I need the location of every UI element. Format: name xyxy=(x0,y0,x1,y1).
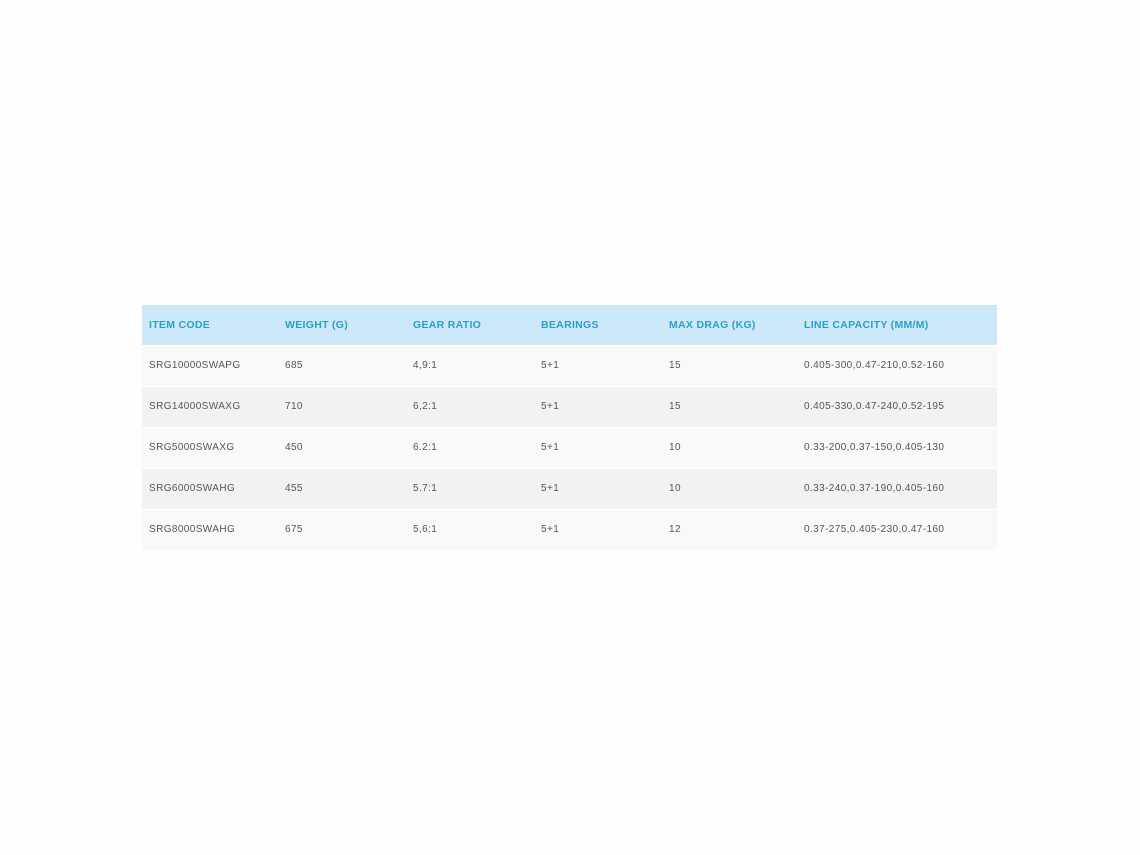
table-row: SRG6000SWAHG 455 5.7:1 5+1 10 0.33-240,0… xyxy=(142,468,997,509)
cell-bearings: 5+1 xyxy=(541,524,560,536)
cell-line-capacity: 0.405-300,0.47-210,0.52-160 xyxy=(804,360,945,371)
cell-bearings: 5+1 xyxy=(541,483,560,494)
header-bearings: BEARINGS xyxy=(541,318,599,331)
cell-line-capacity: 0.37-275,0.405-230,0.47-160 xyxy=(804,524,945,536)
cell-item-code: SRG8000SWAHG xyxy=(149,524,236,536)
header-weight: WEIGHT (G) xyxy=(285,318,349,331)
cell-gear-ratio: 6.2:1 xyxy=(413,442,438,453)
table-row: SRG5000SWAXG 450 6.2:1 5+1 10 0.33-200,0… xyxy=(142,427,997,468)
cell-item-code: SRG5000SWAXG xyxy=(149,442,235,453)
cell-item-code: SRG14000SWAXG xyxy=(149,401,241,412)
cell-max-drag: 12 xyxy=(669,524,681,536)
cell-item-code: SRG10000SWAPG xyxy=(149,360,241,371)
cell-gear-ratio: 6,2:1 xyxy=(413,401,438,412)
table-row: SRG10000SWAPG 685 4,9:1 5+1 15 0.405-300… xyxy=(142,345,997,386)
cell-weight: 450 xyxy=(285,442,303,453)
cell-bearings: 5+1 xyxy=(541,442,560,453)
cell-line-capacity: 0.405-330,0.47-240,0.52-195 xyxy=(804,401,945,412)
cell-bearings: 5+1 xyxy=(541,401,560,412)
cell-item-code: SRG6000SWAHG xyxy=(149,483,236,494)
table-row: SRG14000SWAXG 710 6,2:1 5+1 15 0.405-330… xyxy=(142,386,997,427)
header-row: ITEM CODE WEIGHT (G) GEAR RATIO BEARINGS… xyxy=(142,305,997,345)
cell-gear-ratio: 5.7:1 xyxy=(413,483,438,494)
header-max-drag: MAX DRAG (KG) xyxy=(669,318,756,331)
table-body: SRG10000SWAPG 685 4,9:1 5+1 15 0.405-300… xyxy=(142,345,997,550)
cell-weight: 685 xyxy=(285,360,303,371)
cell-bearings: 5+1 xyxy=(541,360,560,371)
cell-max-drag: 15 xyxy=(669,401,681,412)
cell-max-drag: 15 xyxy=(669,360,681,371)
cell-line-capacity: 0.33-200,0.37-150,0.405-130 xyxy=(804,442,945,453)
cell-weight: 455 xyxy=(285,483,303,494)
table-row: SRG8000SWAHG 675 5,6:1 5+1 12 0.37-275,0… xyxy=(142,509,997,550)
cell-weight: 675 xyxy=(285,524,303,536)
header-item-code: ITEM CODE xyxy=(149,318,211,331)
cell-line-capacity: 0.33-240,0.37-190,0.405-160 xyxy=(804,483,945,494)
cell-max-drag: 10 xyxy=(669,483,681,494)
table-header: ITEM CODE WEIGHT (G) GEAR RATIO BEARINGS… xyxy=(142,305,997,345)
cell-weight: 710 xyxy=(285,401,303,412)
cell-gear-ratio: 5,6:1 xyxy=(413,524,438,536)
spec-table: ITEM CODE WEIGHT (G) GEAR RATIO BEARINGS… xyxy=(142,305,997,550)
cell-max-drag: 10 xyxy=(669,442,681,453)
header-line-capacity: LINE CAPACITY (MM/M) xyxy=(804,318,929,331)
cell-gear-ratio: 4,9:1 xyxy=(413,360,438,371)
header-gear-ratio: GEAR RATIO xyxy=(413,318,482,331)
